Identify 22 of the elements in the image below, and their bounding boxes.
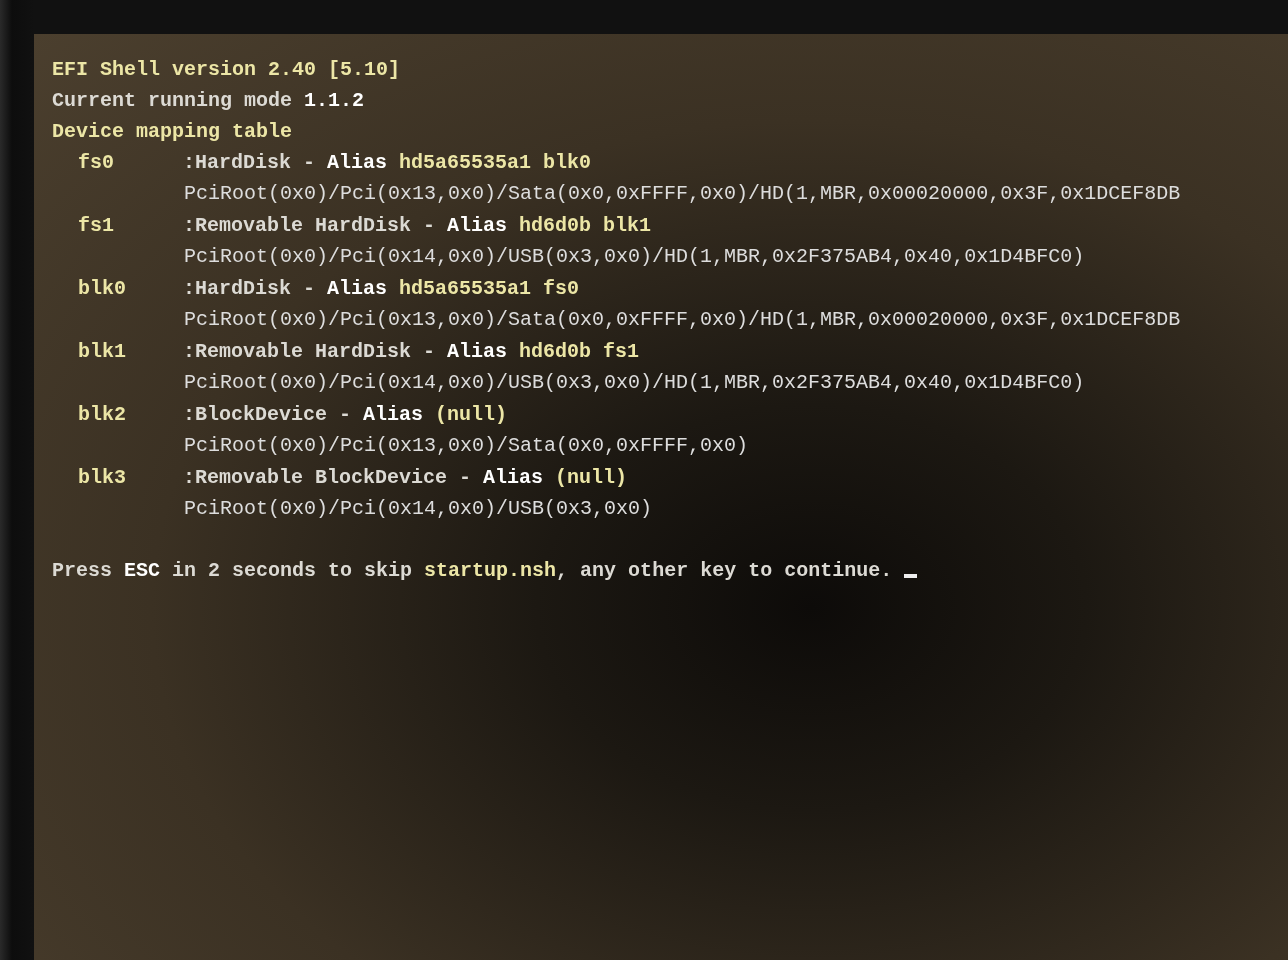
device-description: :Removable HardDisk - Alias hd6d0b blk1 <box>183 213 652 239</box>
device-path: PciRoot(0x0)/Pci(0x13,0x0)/Sata(0x0,0xFFFF,0x0) <box>183 433 750 459</box>
device-path: PciRoot(0x0)/Pci(0x13,0x0)/Sata(0x0,0xFFFF,0x0)/HD(1,MBR,0x00020000,0x3F,0x1DCEF8DB <box>183 307 1182 333</box>
device-description: :Removable BlockDevice - Alias (null) <box>183 465 628 491</box>
device-path: PciRoot(0x0)/Pci(0x14,0x0)/USB(0x3,0x0)/HD(1,MBR,0x2F375AB4,0x40,0x1D4BFC0) <box>183 370 1086 396</box>
device-path: PciRoot(0x0)/Pci(0x13,0x0)/Sata(0x0,0xFFFF,0x0)/HD(1,MBR,0x00020000,0x3F,0x1DCEF8DB <box>183 181 1182 207</box>
device-description: :HardDisk - Alias hd5a65535a1 fs0 <box>183 276 580 302</box>
terminal-line: Current running mode 1.1.2 <box>52 88 366 114</box>
terminal-line: EFI Shell version 2.40 [5.10] <box>52 57 402 83</box>
device-name: blk0 <box>77 276 127 302</box>
device-name: blk3 <box>77 465 127 491</box>
device-name: blk2 <box>77 402 127 428</box>
device-path: PciRoot(0x0)/Pci(0x14,0x0)/USB(0x3,0x0) <box>183 496 654 522</box>
device-name: fs0 <box>77 150 115 176</box>
device-name: fs1 <box>77 213 115 239</box>
prompt-message: Press ESC in 2 seconds to skip startup.nsh, any other key to continue. <box>52 559 893 582</box>
device-description: :BlockDevice - Alias (null) <box>183 402 508 428</box>
device-description: :HardDisk - Alias hd5a65535a1 blk0 <box>183 150 592 176</box>
device-name: blk1 <box>77 339 127 365</box>
device-path: PciRoot(0x0)/Pci(0x14,0x0)/USB(0x3,0x0)/HD(1,MBR,0x2F375AB4,0x40,0x1D4BFC0) <box>183 244 1086 270</box>
terminal-line: Device mapping table <box>52 119 294 145</box>
device-description: :Removable HardDisk - Alias hd6d0b fs1 <box>183 339 640 365</box>
